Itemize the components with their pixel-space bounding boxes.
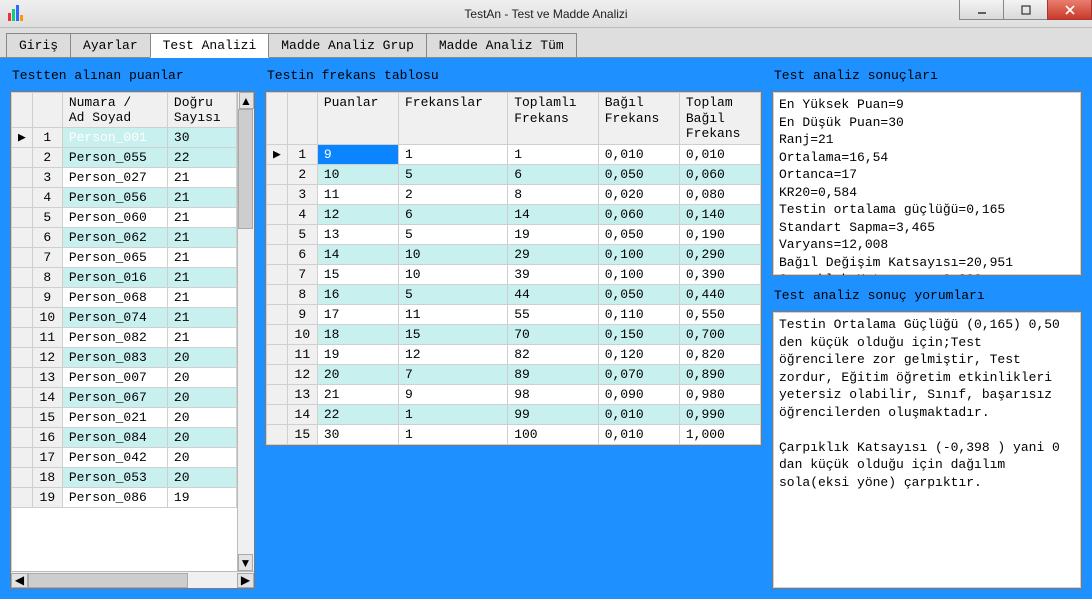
results-text[interactable]: En Yüksek Puan=9 En Düşük Puan=30 Ranj=2… [772, 91, 1082, 276]
col-score[interactable]: Doğru Sayısı [167, 93, 236, 128]
scores-hscroll[interactable]: ◀ ▶ [11, 571, 254, 588]
table-row[interactable]: 18Person_05320 [12, 468, 237, 488]
table-row[interactable]: 6Person_06221 [12, 228, 237, 248]
table-row[interactable]: 14221990,0100,990 [267, 404, 761, 424]
table-row[interactable]: 153011000,0101,000 [267, 424, 761, 444]
col-toplamli[interactable]: Toplamlı Frekans [508, 93, 599, 145]
table-row[interactable]: 101815700,1500,700 [267, 324, 761, 344]
table-row[interactable]: 9Person_06821 [12, 288, 237, 308]
table-row[interactable]: 15Person_02120 [12, 408, 237, 428]
content-area: Testten alınan puanlar Numara / Ad Soyad… [0, 58, 1092, 599]
table-row[interactable]: 311280,0200,080 [267, 184, 761, 204]
table-row[interactable]: 3Person_02721 [12, 168, 237, 188]
table-row[interactable]: 19Person_08619 [12, 488, 237, 508]
comments-text[interactable]: Testin Ortalama Güçlüğü (0,165) 0,50 den… [772, 311, 1082, 589]
app-icon [8, 5, 24, 21]
table-row[interactable]: 14Person_06720 [12, 388, 237, 408]
table-row[interactable]: 17Person_04220 [12, 448, 237, 468]
table-row[interactable]: 12207890,0700,890 [267, 364, 761, 384]
tab-giriş[interactable]: Giriş [6, 33, 71, 58]
col-puanlar[interactable]: Puanlar [317, 93, 398, 145]
table-row[interactable]: 71510390,1000,390 [267, 264, 761, 284]
minimize-button[interactable] [959, 0, 1004, 20]
tab-ayarlar[interactable]: Ayarlar [70, 33, 151, 58]
table-row[interactable]: 10Person_07421 [12, 308, 237, 328]
tab-madde-analiz-tüm[interactable]: Madde Analiz Tüm [426, 33, 577, 58]
table-row[interactable]: 13Person_00720 [12, 368, 237, 388]
tab-madde-analiz-grup[interactable]: Madde Analiz Grup [268, 33, 427, 58]
table-row[interactable]: 12Person_08320 [12, 348, 237, 368]
title-bar[interactable]: TestAn - Test ve Madde Analizi [0, 0, 1092, 28]
frequency-title: Testin frekans tablosu [265, 66, 762, 85]
table-row[interactable]: ▶19110,0100,010 [267, 144, 761, 164]
scores-title: Testten alınan puanlar [10, 66, 255, 85]
table-row[interactable]: 111912820,1200,820 [267, 344, 761, 364]
results-panel: Test analiz sonuçları En Yüksek Puan=9 E… [772, 66, 1082, 589]
table-row[interactable]: 91711550,1100,550 [267, 304, 761, 324]
window-controls [960, 0, 1092, 20]
table-row[interactable]: 8165440,0500,440 [267, 284, 761, 304]
window-title: TestAn - Test ve Madde Analizi [464, 7, 627, 21]
col-name[interactable]: Numara / Ad Soyad [62, 93, 167, 128]
table-row[interactable]: ▶1Person_00130 [12, 128, 237, 148]
table-row[interactable]: 4126140,0600,140 [267, 204, 761, 224]
tab-test-analizi[interactable]: Test Analizi [150, 33, 270, 58]
comments-title: Test analiz sonuç yorumları [772, 286, 1082, 305]
frequency-grid[interactable]: Puanlar Frekanslar Toplamlı Frekans Bağı… [265, 91, 762, 446]
table-row[interactable]: 5135190,0500,190 [267, 224, 761, 244]
table-row[interactable]: 16Person_08420 [12, 428, 237, 448]
col-toplam-bagil[interactable]: Toplam Bağıl Frekans [679, 93, 760, 145]
col-frek[interactable]: Frekanslar [398, 93, 507, 145]
table-row[interactable]: 2Person_05522 [12, 148, 237, 168]
table-row[interactable]: 7Person_06521 [12, 248, 237, 268]
col-bagil[interactable]: Bağıl Frekans [598, 93, 679, 145]
table-row[interactable]: 210560,0500,060 [267, 164, 761, 184]
table-row[interactable]: 13219980,0900,980 [267, 384, 761, 404]
results-title: Test analiz sonuçları [772, 66, 1082, 85]
table-row[interactable]: 11Person_08221 [12, 328, 237, 348]
scores-grid[interactable]: Numara / Ad Soyad Doğru Sayısı ▶1Person_… [10, 91, 255, 589]
table-row[interactable]: 8Person_01621 [12, 268, 237, 288]
scores-panel: Testten alınan puanlar Numara / Ad Soyad… [10, 66, 255, 589]
scores-vscroll[interactable]: ▲ ▼ [237, 92, 254, 571]
close-button[interactable] [1047, 0, 1092, 20]
frequency-panel: Testin frekans tablosu Puanlar Frekansla… [265, 66, 762, 589]
tab-bar: GirişAyarlarTest AnaliziMadde Analiz Gru… [0, 28, 1092, 58]
table-row[interactable]: 61410290,1000,290 [267, 244, 761, 264]
app-window: TestAn - Test ve Madde Analizi GirişAyar… [0, 0, 1092, 599]
table-row[interactable]: 4Person_05621 [12, 188, 237, 208]
table-row[interactable]: 5Person_06021 [12, 208, 237, 228]
maximize-button[interactable] [1003, 0, 1048, 20]
